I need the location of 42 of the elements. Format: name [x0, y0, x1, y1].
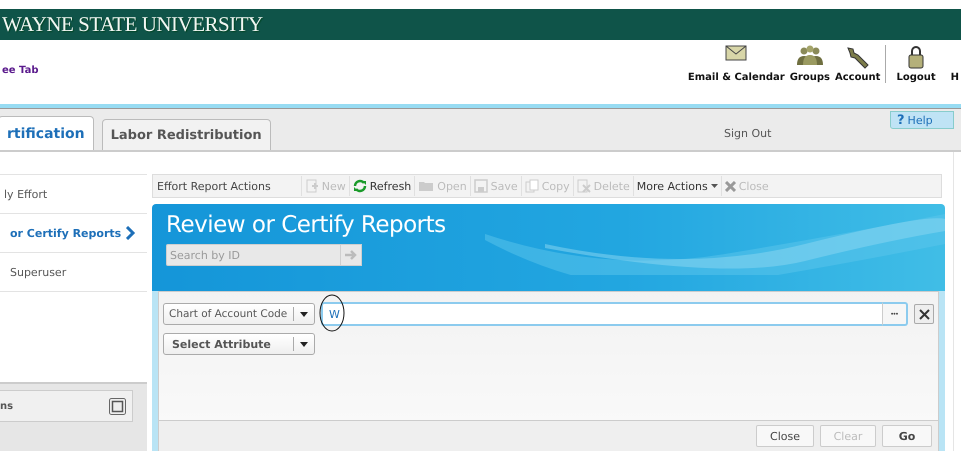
arrow-right-icon	[345, 250, 357, 260]
toolbar-title: Effort Report Actions	[156, 180, 272, 192]
caret-icon	[300, 342, 308, 346]
people-icon	[794, 45, 825, 65]
toolbar-button[interactable]: More Actions	[632, 176, 721, 196]
tab[interactable]: rtification	[0, 116, 94, 150]
page-title: Review or Certify Reports	[166, 212, 447, 238]
header-link[interactable]: Account	[834, 45, 880, 83]
delete-document-icon	[576, 179, 591, 193]
new-document-icon	[304, 179, 319, 193]
search-field[interactable]: Search by ID	[166, 244, 340, 266]
caret-icon	[300, 312, 308, 316]
sidebar-item[interactable]: or Certify Reports	[0, 213, 147, 252]
sidebar-item[interactable]: Superuser	[0, 252, 147, 292]
chevron-right-icon	[126, 226, 135, 240]
footer-button[interactable]: Go	[882, 425, 932, 447]
header-link[interactable]: H	[950, 45, 959, 83]
value-field[interactable]: W	[321, 302, 882, 326]
wrench-icon	[844, 45, 871, 71]
header-link[interactable]: Logout	[885, 45, 946, 83]
remove-filter-button[interactable]	[914, 304, 934, 324]
caret-icon	[710, 184, 718, 188]
toolbar-button[interactable]: Refresh	[348, 176, 414, 196]
help-tab[interactable]: ? Help	[890, 111, 954, 129]
padlock-icon	[907, 45, 926, 69]
attribute-dropdown[interactable]: Chart of Account Code	[163, 303, 315, 325]
maximize-icon[interactable]	[109, 398, 126, 414]
panel-title: ns	[0, 400, 14, 412]
tab[interactable]: Labor Redistribution	[102, 119, 271, 150]
employee-tab-link[interactable]: ee Tab	[2, 65, 38, 76]
close-icon	[724, 180, 736, 192]
folder-icon	[418, 180, 434, 192]
header-link[interactable]: Email & Calendar	[688, 45, 785, 83]
sidebar-item[interactable]: ly Effort	[0, 174, 147, 213]
envelope-icon	[725, 45, 748, 61]
refresh-icon	[352, 179, 367, 193]
header-link[interactable]: Groups	[790, 45, 830, 83]
footer-button[interactable]: Close	[756, 425, 814, 447]
sign-out-link[interactable]: Sign Out	[724, 127, 772, 140]
close-icon	[918, 308, 930, 320]
attribute-dropdown[interactable]: Select Attribute	[163, 333, 315, 355]
copy-icon	[524, 179, 539, 193]
